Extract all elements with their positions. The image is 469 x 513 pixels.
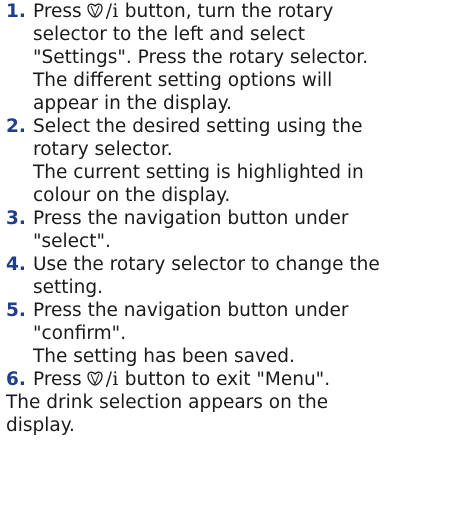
steps-list: 1. Press/i button, turn the rotary selec… [6, 0, 465, 391]
drink-icon [87, 3, 103, 18]
step-5: 5. Press the navigation button under "co… [6, 299, 465, 368]
step-body: Use the rotary selector to change the se… [33, 253, 465, 299]
step-line-text: button, turn the rotary [124, 1, 334, 22]
step-number: 3. [6, 208, 26, 229]
step-line: The setting has been saved. [33, 346, 295, 367]
step-line: colour on the display. [33, 185, 231, 206]
step-number: 5. [6, 300, 26, 321]
step-1: 1. Press/i button, turn the rotary selec… [6, 0, 465, 115]
closing-line: display. [6, 415, 75, 436]
step-body: Press/i button to exit "Menu". [33, 368, 465, 391]
step-line: Press the navigation button under [33, 208, 349, 229]
step-line: Select the desired setting using the [33, 116, 363, 137]
step-body: Select the desired setting using the rot… [33, 115, 465, 207]
info-suffix: /i [105, 1, 119, 22]
step-line: selector to the left and select [33, 24, 305, 45]
step-line: rotary selector. [33, 139, 173, 160]
step-6: 6. Press/i button to exit "Menu". [6, 368, 465, 391]
step-pre-text: Press [33, 369, 82, 390]
step-line: The different setting options will [33, 70, 333, 91]
drink-icon [87, 371, 103, 386]
step-line-text: button to exit "Menu". [124, 369, 331, 390]
step-line: The current setting is highlighted in [33, 162, 364, 183]
step-line: appear in the display. [33, 93, 232, 114]
step-line: Use the rotary selector to change the [33, 254, 380, 275]
step-3: 3. Press the navigation button under "se… [6, 207, 465, 253]
step-number: 2. [6, 116, 26, 137]
info-suffix: /i [105, 369, 119, 390]
step-4: 4. Use the rotary selector to change the… [6, 253, 465, 299]
step-line: "Settings". Press the rotary selector. [33, 47, 369, 68]
closing-line: The drink selection appears on the [6, 392, 329, 413]
step-2: 2. Select the desired setting using the … [6, 115, 465, 207]
step-line: Press the navigation button under [33, 300, 349, 321]
step-line: "confirm". [33, 323, 127, 344]
step-line: setting. [33, 277, 104, 298]
step-body: Press the navigation button under "selec… [33, 207, 465, 253]
step-number: 4. [6, 254, 26, 275]
closing-note: The drink selection appears on the displ… [6, 391, 465, 437]
step-line: Press/i button to exit "Menu". [33, 368, 465, 391]
step-body: Press the navigation button under "confi… [33, 299, 465, 368]
instruction-page: 1. Press/i button, turn the rotary selec… [0, 0, 469, 513]
step-line: Press/i button, turn the rotary [33, 0, 465, 23]
step-pre-text: Press [33, 1, 82, 22]
step-body: Press/i button, turn the rotary selector… [33, 0, 465, 115]
step-number: 6. [6, 369, 26, 390]
step-number: 1. [6, 1, 26, 22]
step-line: "select". [33, 231, 111, 252]
